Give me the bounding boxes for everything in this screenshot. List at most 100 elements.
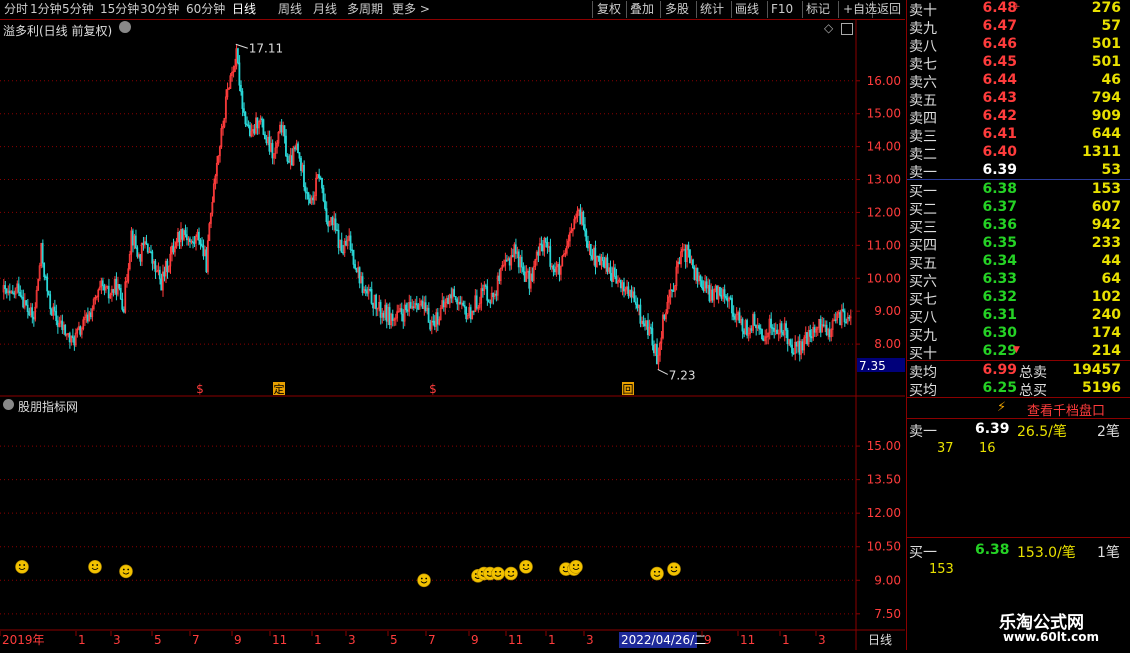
toolbar-action-button[interactable]: 多股	[665, 2, 689, 17]
ask-row[interactable]: 卖七 6.45 501	[907, 54, 1130, 73]
x-tick-label: 9	[704, 633, 712, 647]
y-tick-label: 10.00	[867, 271, 901, 285]
toolbar-action-button[interactable]: F10	[771, 2, 793, 17]
view-thousand-button[interactable]: 查看千档盘口	[1027, 400, 1105, 419]
bid-row[interactable]: 买十 6.29 214 ▼	[907, 343, 1130, 362]
period-tab[interactable]: 更多 >	[392, 2, 430, 17]
candle-body	[447, 297, 450, 305]
candle-body	[118, 284, 121, 289]
candle-body	[271, 143, 274, 159]
toolbar-action-button[interactable]: 叠加	[630, 2, 654, 17]
window-icon[interactable]	[841, 23, 853, 35]
candle-body	[651, 328, 654, 346]
order-book-panel: 卖十 6.48 276 + 卖九 6.47 57 卖八 6.46 501 卖七 6.45 501 卖六 6.…	[906, 0, 1130, 650]
candle-body	[558, 264, 561, 275]
candle-body	[322, 187, 325, 202]
ask-row[interactable]: 卖五 6.43 794	[907, 90, 1130, 109]
period-tab[interactable]: 分时	[4, 2, 28, 17]
period-tab[interactable]: 30分钟	[140, 2, 179, 17]
indicator-chart[interactable]: 7.50 9.00 10.50 12.00 13.50 15.00 股朋指标网	[0, 397, 905, 631]
bid-row[interactable]: 买八 6.31 240	[907, 307, 1130, 326]
candle-body	[465, 306, 468, 320]
bid-row[interactable]: 买六 6.33 64	[907, 271, 1130, 290]
candle-body	[761, 329, 763, 340]
period-tab[interactable]: 5分钟	[62, 2, 94, 17]
candle-body	[306, 191, 308, 194]
period-tab[interactable]: 60分钟	[186, 2, 225, 17]
toolbar-action-button[interactable]: +自选	[843, 2, 877, 17]
period-tab[interactable]: 周线	[278, 2, 302, 17]
signal-marker: 定	[274, 382, 285, 396]
candle-body	[670, 289, 673, 291]
ask-row[interactable]: 卖九 6.47 57	[907, 18, 1130, 37]
toolbar-action-button[interactable]: 返回	[877, 2, 901, 17]
bid-row[interactable]: 买二 6.37 607	[907, 199, 1130, 218]
candle-body	[842, 309, 844, 312]
chevron-down-icon[interactable]	[119, 21, 131, 33]
y-tick-label: 8.00	[874, 337, 901, 351]
candle-body	[619, 279, 622, 289]
candle-body	[678, 261, 681, 265]
queue-buy-count: 1笔	[1097, 545, 1120, 561]
ask-row[interactable]: 卖三 6.41 644	[907, 126, 1130, 145]
candle-body	[782, 331, 784, 335]
candle-body	[432, 320, 435, 323]
period-tab[interactable]: 日线	[232, 2, 256, 17]
diamond-icon[interactable]: ◇	[824, 21, 833, 35]
toolbar-action-button[interactable]: 统计	[700, 2, 724, 17]
candle-body	[825, 324, 828, 336]
candle-body	[288, 161, 290, 163]
toolbar-action-button[interactable]: 标记	[806, 2, 830, 17]
avg-sell-row: 卖均 6.99 总卖 19457	[907, 362, 1130, 381]
bid-row[interactable]: 买三 6.36 942	[907, 217, 1130, 236]
period-tab[interactable]: 1分钟	[30, 2, 62, 17]
candlestick-chart[interactable]: 8.00 9.00 10.00 11.00 12.00 13.00 14.00 15.00 16…	[0, 20, 905, 397]
toolbar-action-button[interactable]: 画线	[735, 2, 759, 17]
candle-body	[71, 335, 74, 339]
candle-body	[26, 304, 29, 312]
ask-row[interactable]: 卖四 6.42 909	[907, 108, 1130, 127]
x-tick-label: 5	[390, 633, 398, 647]
candle-body	[253, 129, 256, 134]
period-tab[interactable]: 多周期	[347, 2, 383, 17]
candle-body	[591, 255, 594, 260]
bid-row[interactable]: 买五 6.34 44	[907, 253, 1130, 272]
candle-body	[776, 329, 778, 335]
indicator-menu-icon[interactable]	[3, 399, 14, 410]
candle-body	[351, 249, 353, 251]
x-tick-label: 9	[234, 633, 242, 647]
candle-body	[318, 174, 320, 178]
main-chart[interactable]: 8.00 9.00 10.00 11.00 12.00 13.00 14.00 15.00 16…	[0, 20, 905, 397]
period-tab[interactable]: 月线	[313, 2, 337, 17]
bid-row[interactable]: 买九 6.30 174	[907, 325, 1130, 344]
level-price: 6.44	[982, 72, 1017, 88]
ask-row[interactable]: 卖十 6.48 276 +	[907, 0, 1130, 19]
candle-body	[358, 267, 361, 284]
candle-body	[705, 281, 708, 289]
ask-row[interactable]: 卖六 6.44 46	[907, 72, 1130, 91]
candle-body	[663, 314, 666, 320]
bid-row[interactable]: 买一 6.38 153	[907, 181, 1130, 200]
candle-body	[319, 177, 322, 179]
candle-body	[462, 302, 465, 306]
period-tab[interactable]: 15分钟	[100, 2, 139, 17]
candle-body	[256, 117, 259, 129]
toolbar-action-button[interactable]: 复权	[597, 2, 621, 17]
candle-body	[716, 285, 718, 300]
ask-row[interactable]: 卖二 6.40 1311	[907, 144, 1130, 163]
queue-sell-order: 16	[979, 441, 996, 456]
total-buy: 5196	[1082, 380, 1121, 396]
candle-body	[523, 271, 526, 282]
ask-row[interactable]: 卖一 6.39 53	[907, 162, 1130, 181]
indicator-plot[interactable]: 7.50 9.00 10.50 12.00 13.50 15.00	[0, 397, 905, 631]
bid-row[interactable]: 买七 6.32 102	[907, 289, 1130, 308]
level-price: 6.47	[982, 18, 1017, 34]
avg-buy-price: 6.25	[982, 380, 1017, 396]
candle-body	[731, 298, 733, 314]
signal-marker: $	[196, 382, 204, 396]
candle-body	[134, 235, 137, 249]
bid-row[interactable]: 买四 6.35 233	[907, 235, 1130, 254]
ask-row[interactable]: 卖八 6.46 501	[907, 36, 1130, 55]
candle-body	[298, 152, 301, 159]
level-price: 6.37	[982, 199, 1017, 215]
